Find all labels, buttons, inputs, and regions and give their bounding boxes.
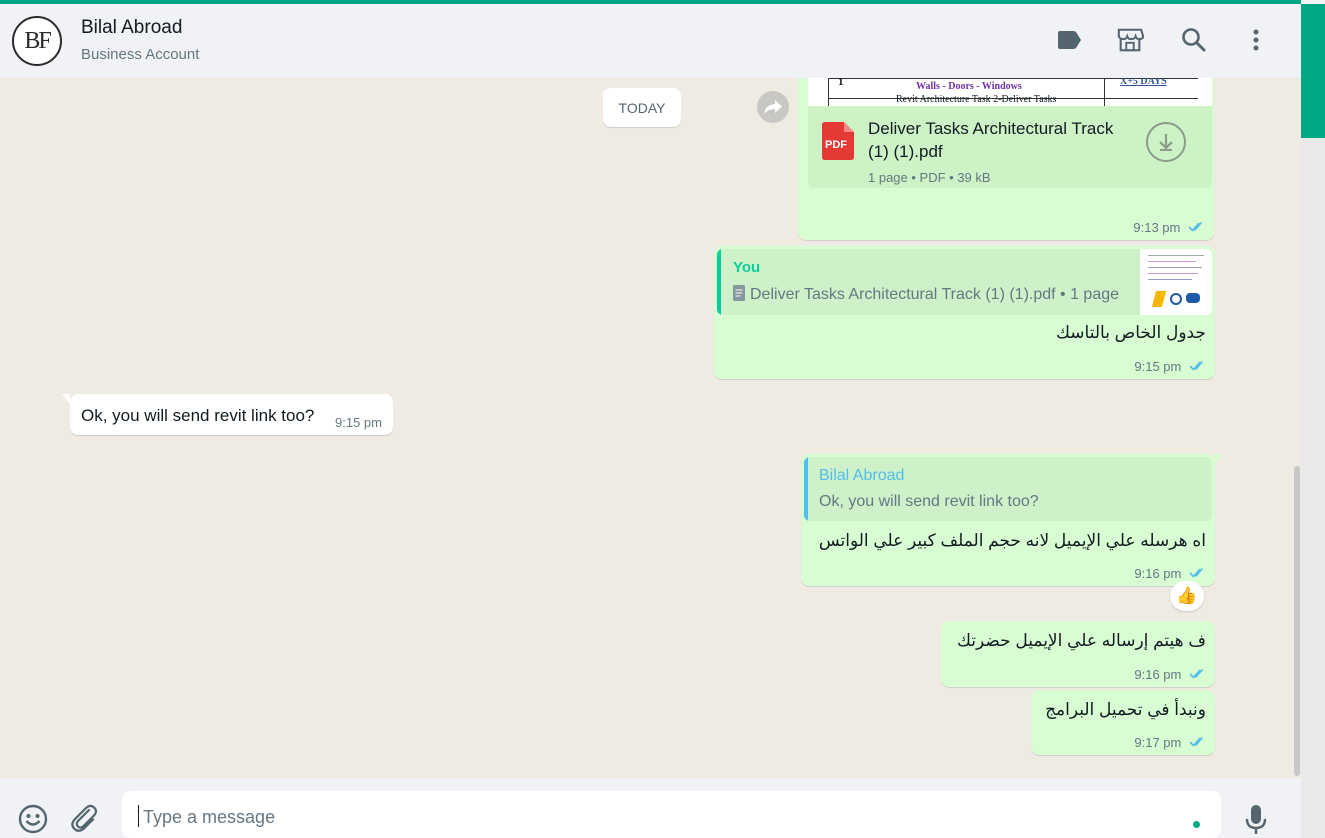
quote-text: Ok, you will send revit link too? (819, 493, 1039, 510)
mic-icon[interactable] (1244, 804, 1268, 838)
read-ticks-icon (1189, 668, 1207, 683)
read-ticks-icon (1188, 221, 1206, 236)
catalog-icon[interactable] (1116, 26, 1144, 54)
preview-cell-right: X+5 DAYS (1120, 78, 1167, 87)
outgoing-message[interactable]: ونبدأ في تحميل البرامج 9:17 pm (1031, 690, 1215, 755)
message-time: 9:13 pm (1133, 220, 1181, 235)
message-meta: 9:15 pm (1134, 359, 1207, 375)
document-icon (733, 285, 745, 306)
attach-icon[interactable] (68, 802, 100, 838)
read-ticks-icon (1189, 736, 1207, 751)
message-time: 9:17 pm (1134, 735, 1182, 750)
file-card[interactable]: PDF Deliver Tasks Architectural Track (1… (808, 106, 1212, 188)
quote-text-row: Deliver Tasks Architectural Track (1) (1… (733, 285, 1119, 306)
incoming-message[interactable]: Ok, you will send revit link too? 9:15 p… (62, 394, 393, 435)
chat-area[interactable]: TODAY 1 Walls - Doors - Windows X+5 DAYS… (0, 78, 1301, 778)
message-time: 9:15 pm (335, 415, 382, 430)
right-accent-block (1301, 4, 1325, 138)
message-text: اه هرسله علي الإيميل لانه حجم الملف كبير… (818, 531, 1206, 550)
date-divider: TODAY (603, 88, 681, 127)
quote-author: Bilal Abroad (819, 467, 905, 484)
file-meta: 1 page • PDF • 39 kB (868, 170, 991, 185)
preview-cell-left: 1 (838, 78, 844, 88)
contact-name[interactable]: Bilal Abroad (81, 17, 182, 39)
read-ticks-icon (1189, 567, 1207, 582)
document-message[interactable]: 1 Walls - Doors - Windows X+5 DAYS Revit… (798, 78, 1214, 240)
reply-message[interactable]: Bilal Abroad Ok, you will send revit lin… (801, 454, 1223, 586)
avatar[interactable]: BF (12, 16, 62, 66)
quote-text: Deliver Tasks Architectural Track (1) (1… (750, 286, 1120, 303)
message-text: جدول الخاص بالتاسك (1055, 323, 1206, 342)
message-meta: 9:16 pm (1134, 667, 1207, 683)
preview-line-2: Revit Architecture Task 2-Deliver Tasks (896, 94, 1057, 105)
preview-line-1: Walls - Doors - Windows (916, 81, 1022, 92)
document-thumbnail (1140, 249, 1212, 315)
message-text: ونبدأ في تحميل البرامج (1045, 700, 1206, 719)
forward-icon[interactable] (757, 91, 789, 123)
chat-header: BF Bilal Abroad Business Account (0, 4, 1301, 78)
status-dot (1193, 821, 1200, 828)
menu-icon[interactable] (1242, 26, 1270, 54)
message-meta: 9:13 pm (1133, 220, 1206, 236)
right-grey-panel (1301, 138, 1325, 838)
bubble-tail (1215, 454, 1223, 464)
file-name-line1: Deliver Tasks Architectural Track (868, 119, 1114, 138)
message-input[interactable]: Type a message (122, 791, 1221, 838)
contact-subtitle: Business Account (81, 46, 200, 63)
quoted-message[interactable]: You Deliver Tasks Architectural Track (1… (717, 249, 1212, 315)
message-time: 9:16 pm (1134, 667, 1182, 682)
message-text: ف هيتم إرساله علي الإيميل حضرتك (956, 631, 1206, 650)
message-composer: Type a message (0, 778, 1301, 838)
label-icon[interactable] (1055, 26, 1083, 54)
pdf-file-icon: PDF (822, 122, 854, 165)
document-preview[interactable]: 1 Walls - Doors - Windows X+5 DAYS Revit… (808, 78, 1212, 106)
message-time: 9:16 pm (1134, 566, 1182, 581)
emoji-icon[interactable] (17, 803, 49, 838)
read-ticks-icon (1189, 360, 1207, 375)
quote-author: You (733, 259, 761, 276)
message-placeholder: Type a message (143, 807, 276, 827)
download-icon[interactable] (1146, 122, 1186, 162)
message-text: Ok, you will send revit link too? (81, 406, 315, 425)
message-meta: 9:16 pm (1134, 566, 1207, 582)
quoted-message[interactable]: Bilal Abroad Ok, you will send revit lin… (804, 457, 1212, 521)
message-meta: 9:17 pm (1134, 735, 1207, 751)
outgoing-message[interactable]: ف هيتم إرساله علي الإيميل حضرتك 9:16 pm (941, 621, 1215, 687)
reply-message[interactable]: You Deliver Tasks Architectural Track (1… (714, 246, 1215, 379)
message-time: 9:15 pm (1134, 359, 1182, 374)
text-caret (138, 805, 139, 827)
file-name-line2: (1) (1).pdf (868, 142, 943, 161)
bubble-tail (62, 394, 70, 404)
chat-scrollbar[interactable] (1294, 466, 1300, 776)
reaction-thumbs-up[interactable]: 👍 (1170, 581, 1204, 611)
search-icon[interactable] (1180, 26, 1208, 54)
